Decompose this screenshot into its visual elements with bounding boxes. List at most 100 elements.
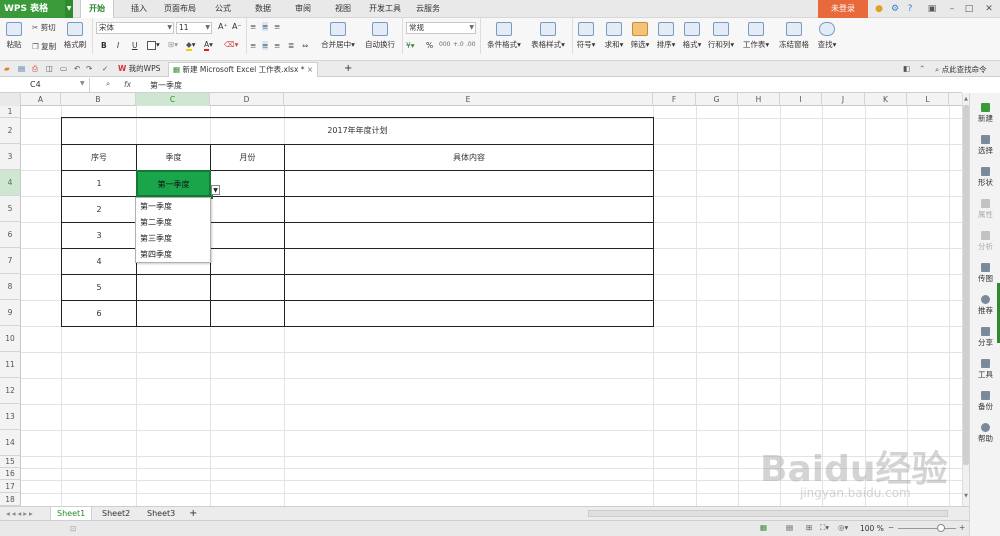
wrap-text-button[interactable]: 自动换行 (362, 22, 398, 50)
row-header-10[interactable]: 10 (0, 326, 21, 352)
grow-font-button[interactable]: A⁺ (218, 22, 228, 31)
currency-button[interactable]: ¥▾ (406, 41, 415, 50)
align-bottom-button[interactable]: ≡ (274, 22, 280, 31)
menu-tab-view[interactable]: 视图 (328, 0, 358, 18)
row-header-9[interactable]: 9 (0, 300, 21, 326)
restore-icon[interactable]: ▣ (925, 2, 939, 16)
column-header-h[interactable]: H (738, 93, 780, 106)
find-button[interactable]: 查找▾ (814, 22, 840, 50)
menu-tab-data[interactable]: 数据 (248, 0, 278, 18)
column-header-k[interactable]: K (865, 93, 907, 106)
panel-help[interactable]: 帮助 (970, 423, 1000, 444)
normal-view-icon[interactable]: ▦ (760, 523, 767, 532)
conditional-format-button[interactable]: 条件格式▾ (484, 22, 524, 50)
panel-tools[interactable]: 工具 (970, 359, 1000, 380)
selected-cell-c4[interactable]: 第一季度 (136, 170, 211, 197)
undo-icon[interactable]: ↶ (74, 64, 80, 73)
eye-care-icon[interactable]: ◎▾ (838, 523, 848, 532)
column-header-j[interactable]: J (822, 93, 865, 106)
row-header-13[interactable]: 13 (0, 404, 21, 430)
export-icon[interactable]: ▭ (60, 64, 67, 73)
align-right-button[interactable]: ≡ (274, 41, 280, 50)
menu-tab-home[interactable]: 开始 (80, 0, 114, 19)
align-middle-button[interactable]: ≡ (262, 22, 269, 31)
percent-button[interactable]: % (426, 41, 433, 50)
panel-share[interactable]: 分享 (970, 327, 1000, 348)
row-header-17[interactable]: 17 (0, 480, 21, 493)
justify-button[interactable]: ≣ (288, 41, 294, 50)
tab-document[interactable]: ▦ 新建 Microsoft Excel 工作表.xlsx * × (168, 62, 319, 77)
collapse-ribbon-icon[interactable]: ⌃ (919, 64, 925, 73)
sheet-tab-3[interactable]: Sheet3 (141, 507, 181, 521)
dropdown-option[interactable]: 第一季度 (140, 201, 172, 212)
minimize-icon[interactable]: – (945, 2, 959, 16)
sort-button[interactable]: 排序▾ (654, 22, 678, 50)
help-icon[interactable]: ? (903, 2, 917, 16)
symbol-button[interactable]: 符号▾ (574, 22, 598, 50)
row-header-2[interactable]: 2 (0, 118, 21, 144)
dropdown-option[interactable]: 第二季度 (140, 217, 172, 228)
shrink-font-button[interactable]: A⁻ (232, 22, 242, 31)
panel-analysis[interactable]: 分析 (970, 231, 1000, 252)
zoom-in-icon[interactable]: + (959, 523, 965, 532)
row-header-18[interactable]: 18 (0, 493, 21, 506)
new-tab-button[interactable]: + (340, 62, 356, 77)
column-header-l[interactable]: L (907, 93, 949, 106)
row-header-16[interactable]: 16 (0, 468, 21, 480)
seq-cell[interactable]: 2 (62, 197, 136, 222)
sum-button[interactable]: 求和▾ (602, 22, 626, 50)
chevron-down-icon[interactable]: ▼ (80, 80, 85, 87)
merge-icon-button[interactable]: ⊞▾ (168, 40, 178, 49)
copy-button[interactable]: ❐ 复制 (32, 41, 56, 52)
column-header-c[interactable]: C (136, 93, 210, 106)
customize-icon[interactable]: ✓ (102, 64, 108, 73)
menu-tab-developer[interactable]: 开发工具 (364, 0, 406, 18)
skin-icon[interactable]: ● (872, 2, 886, 16)
freeze-button[interactable]: 冻结窗格 (776, 22, 812, 50)
number-format-select[interactable]: 常规 ▼ (406, 22, 476, 34)
column-header-e[interactable]: E (284, 93, 653, 106)
row-col-button[interactable]: 行和列▾ (706, 22, 736, 50)
seq-cell[interactable]: 4 (62, 249, 136, 274)
menu-tab-cloud[interactable]: 云服务 (410, 0, 446, 18)
italic-button[interactable]: I (117, 41, 119, 50)
wps-app-button[interactable]: WPS 表格 ▼ (0, 0, 73, 18)
zoom-slider[interactable] (898, 528, 956, 529)
login-button[interactable]: 未登录 (818, 0, 868, 18)
fullscreen-icon[interactable]: ⛶▾ (820, 523, 829, 533)
paste-button[interactable]: 粘贴 (3, 22, 25, 50)
settings-icon[interactable]: ⚙ (888, 2, 902, 16)
format-button[interactable]: 格式▾ (680, 22, 704, 50)
select-all-corner[interactable] (0, 93, 21, 106)
zoom-slider-thumb[interactable] (937, 524, 945, 532)
menu-tab-insert[interactable]: 插入 (124, 0, 154, 18)
preview-icon[interactable]: ◫ (46, 64, 53, 73)
align-left-button[interactable]: ≡ (250, 41, 256, 50)
font-color-button[interactable]: A▾ (204, 40, 213, 51)
panel-shape[interactable]: 形状 (970, 167, 1000, 188)
panel-properties[interactable]: 属性 (970, 199, 1000, 220)
close-icon[interactable]: ✕ (982, 2, 996, 16)
clear-format-button[interactable]: ⌫▾ (224, 40, 238, 49)
column-header-d[interactable]: D (210, 93, 284, 106)
zoom-level[interactable]: 100 % (860, 524, 884, 533)
skin-mini-icon[interactable]: ◧ (903, 64, 910, 73)
increase-decimal-button[interactable]: +.0 (453, 41, 464, 48)
dropdown-arrow-button[interactable]: ▼ (211, 185, 220, 195)
page-break-view-icon[interactable]: ▤ (786, 523, 793, 532)
seq-cell[interactable]: 5 (62, 275, 136, 300)
row-header-7[interactable]: 7 (0, 248, 21, 274)
panel-backup[interactable]: 备份 (970, 391, 1000, 412)
panel-recommend[interactable]: 推荐 (970, 295, 1000, 316)
bold-button[interactable]: B (101, 41, 107, 50)
panel-new[interactable]: 新建 (970, 103, 1000, 124)
row-header-8[interactable]: 8 (0, 274, 21, 300)
row-header-6[interactable]: 6 (0, 222, 21, 248)
filter-button[interactable]: 筛选▾ (628, 22, 652, 50)
header-quarter[interactable]: 季度 (137, 145, 210, 170)
row-header-3[interactable]: 3 (0, 144, 21, 170)
dropdown-option[interactable]: 第四季度 (140, 249, 172, 260)
row-header-12[interactable]: 12 (0, 378, 21, 404)
menu-tab-formula[interactable]: 公式 (208, 0, 238, 18)
tab-my-wps[interactable]: W 我的WPS (114, 62, 164, 77)
